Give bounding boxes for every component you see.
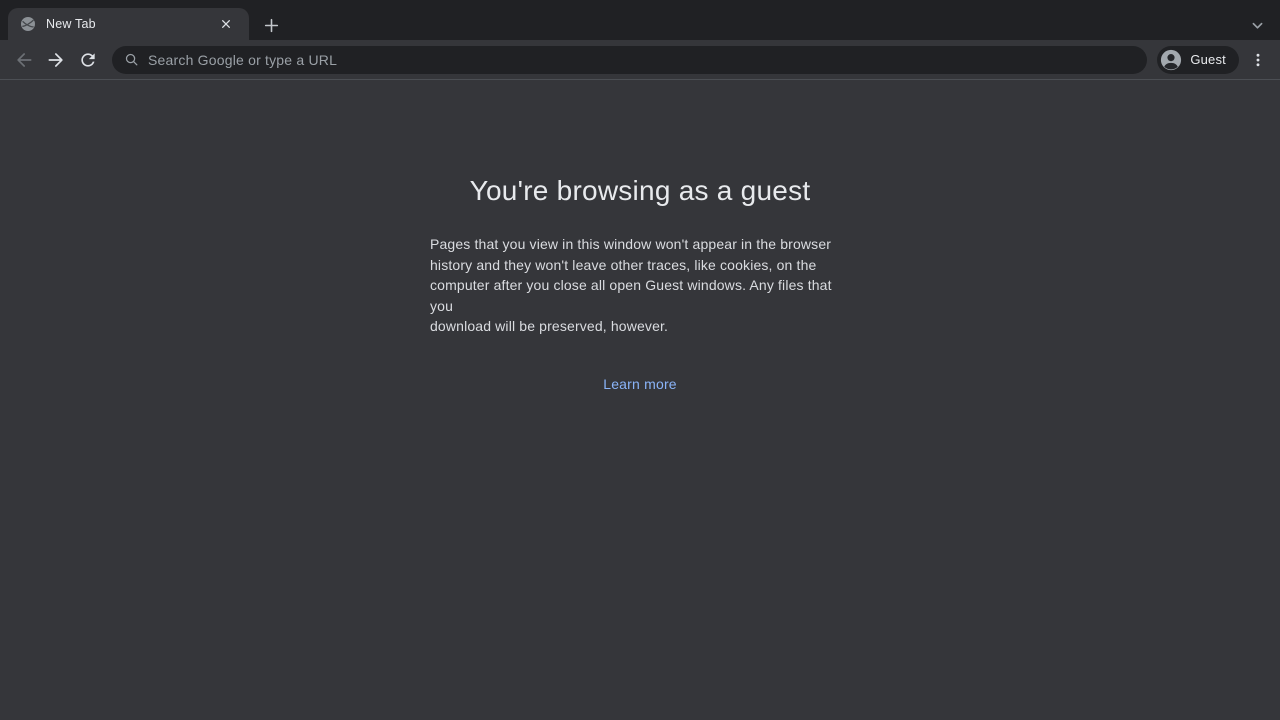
browser-menu-button[interactable]: [1244, 46, 1272, 74]
chevron-down-icon: [1250, 18, 1265, 33]
tab-new-tab[interactable]: New Tab: [8, 8, 249, 40]
reload-icon: [78, 50, 98, 70]
address-input[interactable]: [148, 52, 1135, 68]
search-icon: [124, 52, 139, 67]
three-dot-menu-icon: [1249, 51, 1267, 69]
arrow-left-icon: [14, 50, 34, 70]
arrow-right-icon: [46, 50, 66, 70]
address-bar[interactable]: [112, 46, 1147, 74]
guest-page: You're browsing as a guest Pages that yo…: [0, 80, 1280, 720]
toolbar: Guest: [0, 40, 1280, 80]
browser-window: New Tab: [0, 0, 1280, 720]
learn-more-link[interactable]: Learn more: [603, 376, 677, 392]
tab-strip: New Tab: [0, 0, 1280, 40]
avatar-icon: [1160, 49, 1182, 71]
page-description: Pages that you view in this window won't…: [430, 234, 850, 337]
tab-close-button[interactable]: [217, 15, 235, 33]
globe-icon: [20, 16, 36, 32]
new-tab-button[interactable]: [257, 11, 285, 39]
page-title: You're browsing as a guest: [0, 175, 1280, 207]
close-icon: [219, 17, 233, 31]
forward-button[interactable]: [40, 44, 71, 75]
back-button[interactable]: [8, 44, 39, 75]
reload-button[interactable]: [72, 44, 103, 75]
tab-search-button[interactable]: [1243, 11, 1271, 39]
guest-profile-label: Guest: [1190, 52, 1226, 67]
guest-profile-button[interactable]: Guest: [1157, 46, 1239, 74]
tab-title: New Tab: [46, 17, 217, 31]
plus-icon: [264, 18, 279, 33]
